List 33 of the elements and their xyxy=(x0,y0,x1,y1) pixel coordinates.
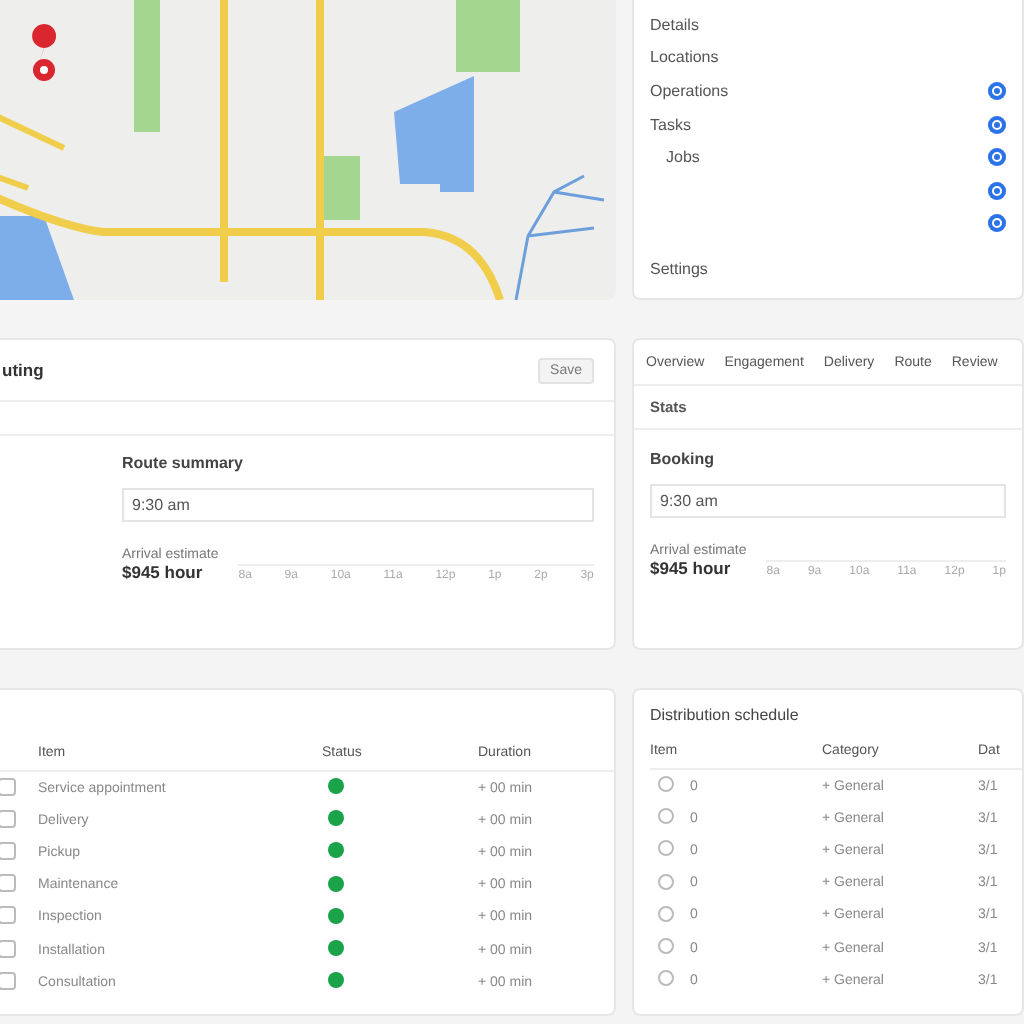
section-heading: Booking xyxy=(650,450,716,468)
checkbox[interactable] xyxy=(0,939,16,958)
circle-icon xyxy=(658,970,674,987)
estimate-value: $945 hour xyxy=(122,562,205,582)
circle-icon xyxy=(658,808,674,825)
menu-label[interactable]: Details xyxy=(650,15,699,34)
circle-icon xyxy=(658,938,674,955)
checkbox[interactable] xyxy=(0,906,16,925)
menu-label[interactable]: Settings xyxy=(650,259,708,278)
section-heading: Route summary xyxy=(122,454,245,472)
checkbox[interactable] xyxy=(0,874,16,893)
circle-icon xyxy=(658,840,674,857)
radio-button[interactable] xyxy=(988,148,1006,167)
radio-button[interactable] xyxy=(988,115,1006,134)
checkbox[interactable] xyxy=(0,841,16,860)
checkbox[interactable] xyxy=(0,971,16,990)
time-field[interactable]: 9:30 am xyxy=(650,484,1006,518)
radio-button[interactable] xyxy=(988,81,1006,100)
checkbox[interactable] xyxy=(0,777,16,796)
menu-label[interactable]: Tasks xyxy=(650,115,691,134)
time-field[interactable]: 9:30 am xyxy=(122,488,594,522)
checkbox[interactable] xyxy=(0,809,16,828)
menu-label[interactable]: Jobs xyxy=(650,148,700,167)
radio-button[interactable] xyxy=(988,214,1006,233)
circle-icon xyxy=(658,905,674,922)
circle-icon xyxy=(658,873,674,890)
panel-title: uting xyxy=(2,360,44,380)
estimate-value: $945 hour xyxy=(650,558,733,578)
table-title: Distribution schedule xyxy=(650,706,801,724)
circle-icon xyxy=(658,776,674,793)
menu-label[interactable]: Locations xyxy=(650,48,719,67)
menu-label[interactable]: Operations xyxy=(650,81,729,100)
radio-button[interactable] xyxy=(988,181,1006,200)
